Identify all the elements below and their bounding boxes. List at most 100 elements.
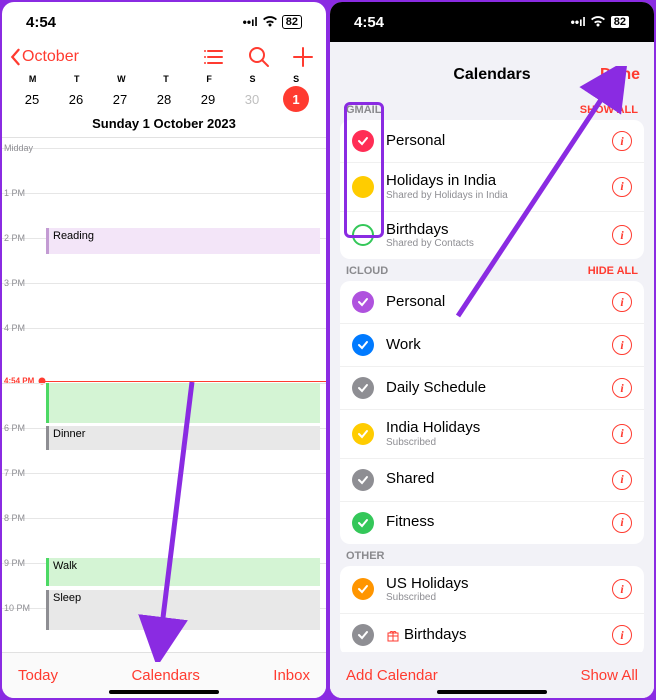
info-icon[interactable]: i [612, 177, 632, 197]
info-icon[interactable]: i [612, 424, 632, 444]
event-block[interactable]: Dinner [46, 426, 320, 450]
calendar-label: Holidays in IndiaShared by Holidays in I… [386, 173, 600, 201]
info-icon[interactable]: i [612, 579, 632, 599]
calendar-day-view: 4:54 ••ıl 82 October MTWTFSS 25262728293… [2, 2, 326, 698]
home-indicator[interactable] [109, 690, 219, 694]
calendar-row[interactable]: Personali [340, 281, 644, 323]
signal-icon: ••ıl [571, 15, 586, 29]
calendar-checkbox[interactable] [352, 377, 374, 399]
day-number[interactable]: 28 [151, 86, 177, 112]
calendar-label: India HolidaysSubscribed [386, 420, 600, 448]
search-icon[interactable] [248, 46, 270, 68]
section-name: GMAIL [346, 104, 381, 116]
calendar-row[interactable]: US HolidaysSubscribedi [340, 566, 644, 614]
calendars-button[interactable]: Calendars [131, 667, 199, 684]
day-number[interactable]: 30 [239, 86, 265, 112]
hour-label: 9 PM [4, 558, 25, 568]
sheet-title: Calendars [453, 66, 530, 83]
gift-icon [386, 628, 400, 642]
weekday-header: MTWTFSS [2, 72, 326, 84]
calendar-checkbox[interactable] [352, 176, 374, 198]
calendar-row[interactable]: Sharedi [340, 458, 644, 501]
info-icon[interactable]: i [612, 625, 632, 645]
calendar-checkbox[interactable] [352, 578, 374, 600]
info-icon[interactable]: i [612, 470, 632, 490]
section-name: OTHER [346, 550, 385, 562]
section-action[interactable]: HIDE ALL [588, 265, 638, 277]
hour-line [2, 473, 326, 474]
calendar-row[interactable]: Worki [340, 323, 644, 366]
event-block[interactable]: Walk [46, 558, 320, 586]
calendar-checkbox[interactable] [352, 334, 374, 356]
day-number[interactable]: 29 [195, 86, 221, 112]
sheet-header: Calendars Done [330, 52, 654, 98]
inbox-button[interactable]: Inbox [273, 667, 310, 684]
calendar-row[interactable]: Holidays in IndiaShared by Holidays in I… [340, 162, 644, 211]
calendar-subtitle: Shared by Holidays in India [386, 190, 600, 201]
status-time: 4:54 [26, 14, 56, 31]
show-all-button[interactable]: Show All [580, 667, 638, 684]
now-label: 4:54 PM [4, 377, 34, 386]
day-number[interactable]: 27 [107, 86, 133, 112]
day-number[interactable]: 25 [19, 86, 45, 112]
date-header: Sunday 1 October 2023 [2, 116, 326, 138]
day-number[interactable]: 26 [63, 86, 89, 112]
calendar-subtitle: Subscribed [386, 437, 600, 448]
hour-label: 2 PM [4, 233, 25, 243]
calendar-row[interactable]: BirthdaysShared by Contactsi [340, 211, 644, 260]
battery-icon: 82 [610, 15, 630, 29]
hour-label: 4 PM [4, 323, 25, 333]
add-calendar-button[interactable]: Add Calendar [346, 667, 438, 684]
info-icon[interactable]: i [612, 378, 632, 398]
weekday-label: F [206, 74, 212, 84]
weekday-label: T [163, 74, 169, 84]
calendar-checkbox[interactable] [352, 512, 374, 534]
status-time: 4:54 [354, 14, 384, 31]
hour-label: 3 PM [4, 278, 25, 288]
schedule-grid[interactable]: 4:54 PM Midday1 PM2 PM3 PM4 PM6 PM7 PM8 … [2, 138, 326, 678]
calendar-row[interactable]: Personali [340, 120, 644, 162]
back-button[interactable]: October [8, 48, 79, 66]
today-button[interactable]: Today [18, 667, 58, 684]
section-name: ICLOUD [346, 265, 388, 277]
hour-label: 6 PM [4, 423, 25, 433]
hour-label: 1 PM [4, 188, 25, 198]
hour-label: Midday [4, 143, 33, 153]
calendar-row[interactable]: Birthdaysi [340, 613, 644, 656]
event-block[interactable]: Sleep [46, 590, 320, 630]
event-block[interactable] [46, 383, 320, 423]
calendar-row[interactable]: Daily Schedulei [340, 366, 644, 409]
calendar-checkbox[interactable] [352, 291, 374, 313]
hour-line [2, 193, 326, 194]
calendars-sheet: Calendars Done GMAIL SHOW ALL Personali Hol… [330, 52, 654, 698]
event-block[interactable]: Reading [46, 228, 320, 254]
calendar-checkbox[interactable] [352, 423, 374, 445]
add-icon[interactable] [292, 46, 314, 68]
calendar-checkbox[interactable] [352, 224, 374, 246]
hour-label: 10 PM [4, 603, 30, 613]
done-button[interactable]: Done [600, 66, 640, 84]
day-number[interactable]: 1 [283, 86, 309, 112]
nav-bar: October [2, 42, 326, 72]
section-action[interactable]: SHOW ALL [580, 104, 638, 116]
section-card: Personali Holidays in IndiaShared by Holi… [340, 120, 644, 259]
list-icon[interactable] [204, 46, 226, 68]
info-icon[interactable]: i [612, 292, 632, 312]
calendar-label: Fitness [386, 514, 600, 531]
home-indicator[interactable] [437, 690, 547, 694]
hour-label: 7 PM [4, 468, 25, 478]
now-indicator [40, 381, 326, 382]
info-icon[interactable]: i [612, 335, 632, 355]
calendar-checkbox[interactable] [352, 469, 374, 491]
info-icon[interactable]: i [612, 513, 632, 533]
back-label: October [22, 48, 79, 66]
info-icon[interactable]: i [612, 131, 632, 151]
calendar-checkbox[interactable] [352, 130, 374, 152]
calendar-label: Work [386, 337, 600, 354]
calendar-row[interactable]: Fitness i [340, 501, 644, 544]
info-icon[interactable]: i [612, 225, 632, 245]
calendar-subtitle: Shared by Contacts [386, 238, 600, 249]
calendar-row[interactable]: India HolidaysSubscribed i [340, 409, 644, 458]
weekday-label: S [249, 74, 255, 84]
calendar-checkbox[interactable] [352, 624, 374, 646]
